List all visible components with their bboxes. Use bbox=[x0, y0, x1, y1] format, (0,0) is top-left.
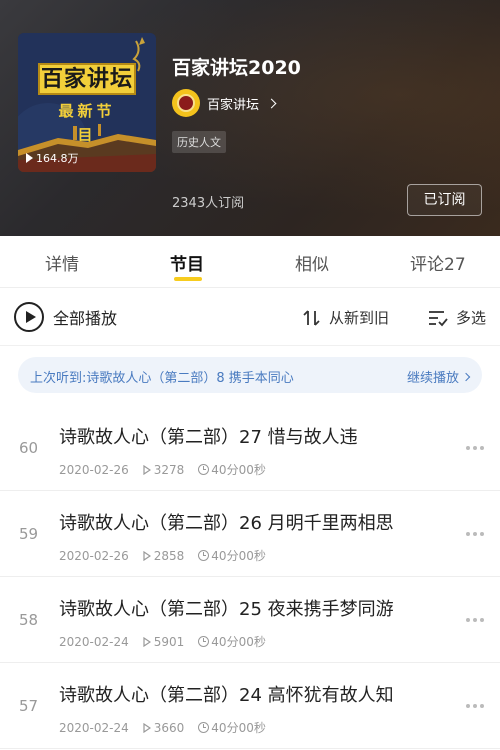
tab-episodes[interactable]: 节目 bbox=[170, 250, 204, 275]
continue-playing-label: 继续播放 bbox=[406, 371, 459, 386]
play-count-icon bbox=[26, 153, 33, 163]
cover-title: 百家讲坛 bbox=[38, 63, 136, 95]
active-tab-indicator bbox=[174, 277, 202, 281]
episode-duration: 40分00秒 bbox=[198, 547, 266, 564]
clock-icon bbox=[198, 722, 210, 733]
episode-meta: 2020-02-26 3278 40分00秒 bbox=[59, 461, 266, 478]
episode-play-count: 3278 bbox=[153, 462, 185, 477]
clock-icon bbox=[198, 550, 210, 561]
play-count-icon bbox=[143, 636, 151, 647]
episode-duration: 40分00秒 bbox=[198, 461, 266, 478]
episode-date: 2020-02-24 bbox=[59, 634, 129, 649]
subscriber-count: 2343人订阅 bbox=[172, 196, 245, 211]
episode-date: 2020-02-26 bbox=[59, 548, 129, 563]
episode-duration: 40分00秒 bbox=[198, 719, 266, 736]
sort-icon bbox=[303, 309, 320, 326]
cover-play-count: 164.8万 bbox=[26, 150, 79, 166]
episode-play-count: 3660 bbox=[153, 720, 185, 735]
episode-title: 诗歌故人心（第二部）26 月明千里两相思 bbox=[59, 513, 394, 534]
chevron-right-icon bbox=[266, 98, 277, 108]
album-title: 百家讲坛2020 bbox=[172, 57, 301, 79]
episode-row[interactable]: 57 诗歌故人心（第二部）24 高怀犹有故人知 2020-02-24 3660 … bbox=[0, 663, 500, 749]
clock-icon bbox=[198, 636, 210, 647]
episode-date: 2020-02-24 bbox=[59, 720, 129, 735]
tab-comments[interactable]: 评论27 bbox=[410, 250, 466, 275]
episode-title: 诗歌故人心（第二部）25 夜来携手梦同游 bbox=[59, 599, 394, 620]
play-all-label: 全部播放 bbox=[53, 309, 118, 328]
episode-meta: 2020-02-26 2858 40分00秒 bbox=[59, 547, 266, 564]
episode-duration-value: 40分00秒 bbox=[211, 635, 266, 649]
more-options-icon[interactable] bbox=[466, 532, 484, 536]
episode-row[interactable]: 58 诗歌故人心（第二部）25 夜来携手梦同游 2020-02-24 5901 … bbox=[0, 577, 500, 663]
tab-details[interactable]: 详情 bbox=[45, 250, 79, 275]
episode-row[interactable]: 60 诗歌故人心（第二部）27 惜与故人违 2020-02-26 3278 40… bbox=[0, 405, 500, 491]
author-link[interactable]: 百家讲坛 bbox=[172, 89, 277, 117]
album-header: 百家讲坛 最新节目 164.8万 百家讲坛2020 百家讲坛 历史人文 2343… bbox=[0, 0, 500, 236]
episode-play-count: 5901 bbox=[153, 634, 185, 649]
more-options-icon[interactable] bbox=[466, 618, 484, 622]
chevron-right-icon bbox=[461, 372, 471, 381]
subscribe-button[interactable]: 已订阅 bbox=[407, 184, 482, 216]
last-played-text: 上次听到:诗歌故人心（第二部）8 携手本同心 bbox=[30, 371, 294, 386]
continue-playing-button[interactable]: 继续播放 bbox=[406, 367, 471, 386]
multi-select-label: 多选 bbox=[456, 309, 487, 327]
episode-toolbar: 全部播放 从新到旧 多选 bbox=[0, 288, 500, 346]
author-avatar bbox=[172, 89, 200, 117]
episode-plays: 3278 bbox=[143, 462, 185, 477]
episode-duration-value: 40分00秒 bbox=[211, 721, 266, 735]
episode-plays: 2858 bbox=[143, 548, 185, 563]
episode-number: 60 bbox=[19, 439, 39, 457]
last-played-bar[interactable]: 上次听到:诗歌故人心（第二部）8 携手本同心 继续播放 bbox=[18, 357, 482, 393]
sort-button[interactable]: 从新到旧 bbox=[302, 307, 389, 328]
more-options-icon[interactable] bbox=[466, 704, 484, 708]
tab-bar: 详情 节目 相似 评论27 bbox=[0, 236, 500, 288]
play-circle-icon bbox=[14, 302, 44, 332]
author-name: 百家讲坛 bbox=[207, 97, 260, 113]
episode-number: 57 bbox=[19, 697, 39, 715]
play-count-icon bbox=[143, 464, 151, 475]
episode-meta: 2020-02-24 5901 40分00秒 bbox=[59, 633, 266, 650]
play-count-icon bbox=[143, 722, 151, 733]
episode-title: 诗歌故人心（第二部）27 惜与故人违 bbox=[59, 427, 358, 448]
episode-play-count: 2858 bbox=[153, 548, 185, 563]
category-tag[interactable]: 历史人文 bbox=[172, 131, 226, 153]
sort-label: 从新到旧 bbox=[329, 309, 390, 327]
episode-row[interactable]: 59 诗歌故人心（第二部）26 月明千里两相思 2020-02-26 2858 … bbox=[0, 491, 500, 577]
more-options-icon[interactable] bbox=[466, 446, 484, 450]
episode-meta: 2020-02-24 3660 40分00秒 bbox=[59, 719, 266, 736]
episode-duration-value: 40分00秒 bbox=[211, 549, 266, 563]
episode-number: 59 bbox=[19, 525, 39, 543]
play-count-icon bbox=[143, 550, 151, 561]
episode-date: 2020-02-26 bbox=[59, 462, 129, 477]
episode-plays: 3660 bbox=[143, 720, 185, 735]
tab-similar[interactable]: 相似 bbox=[295, 250, 329, 275]
episode-plays: 5901 bbox=[143, 634, 185, 649]
album-cover[interactable]: 百家讲坛 最新节目 164.8万 bbox=[18, 33, 156, 172]
play-count-value: 164.8万 bbox=[36, 152, 79, 165]
play-all-button[interactable]: 全部播放 bbox=[14, 302, 117, 332]
clock-icon bbox=[198, 464, 210, 475]
multi-select-icon bbox=[429, 310, 448, 326]
episode-duration-value: 40分00秒 bbox=[211, 463, 266, 477]
episode-duration: 40分00秒 bbox=[198, 633, 266, 650]
episode-title: 诗歌故人心（第二部）24 高怀犹有故人知 bbox=[59, 685, 394, 706]
multi-select-button[interactable]: 多选 bbox=[428, 307, 486, 328]
episode-number: 58 bbox=[19, 611, 39, 629]
